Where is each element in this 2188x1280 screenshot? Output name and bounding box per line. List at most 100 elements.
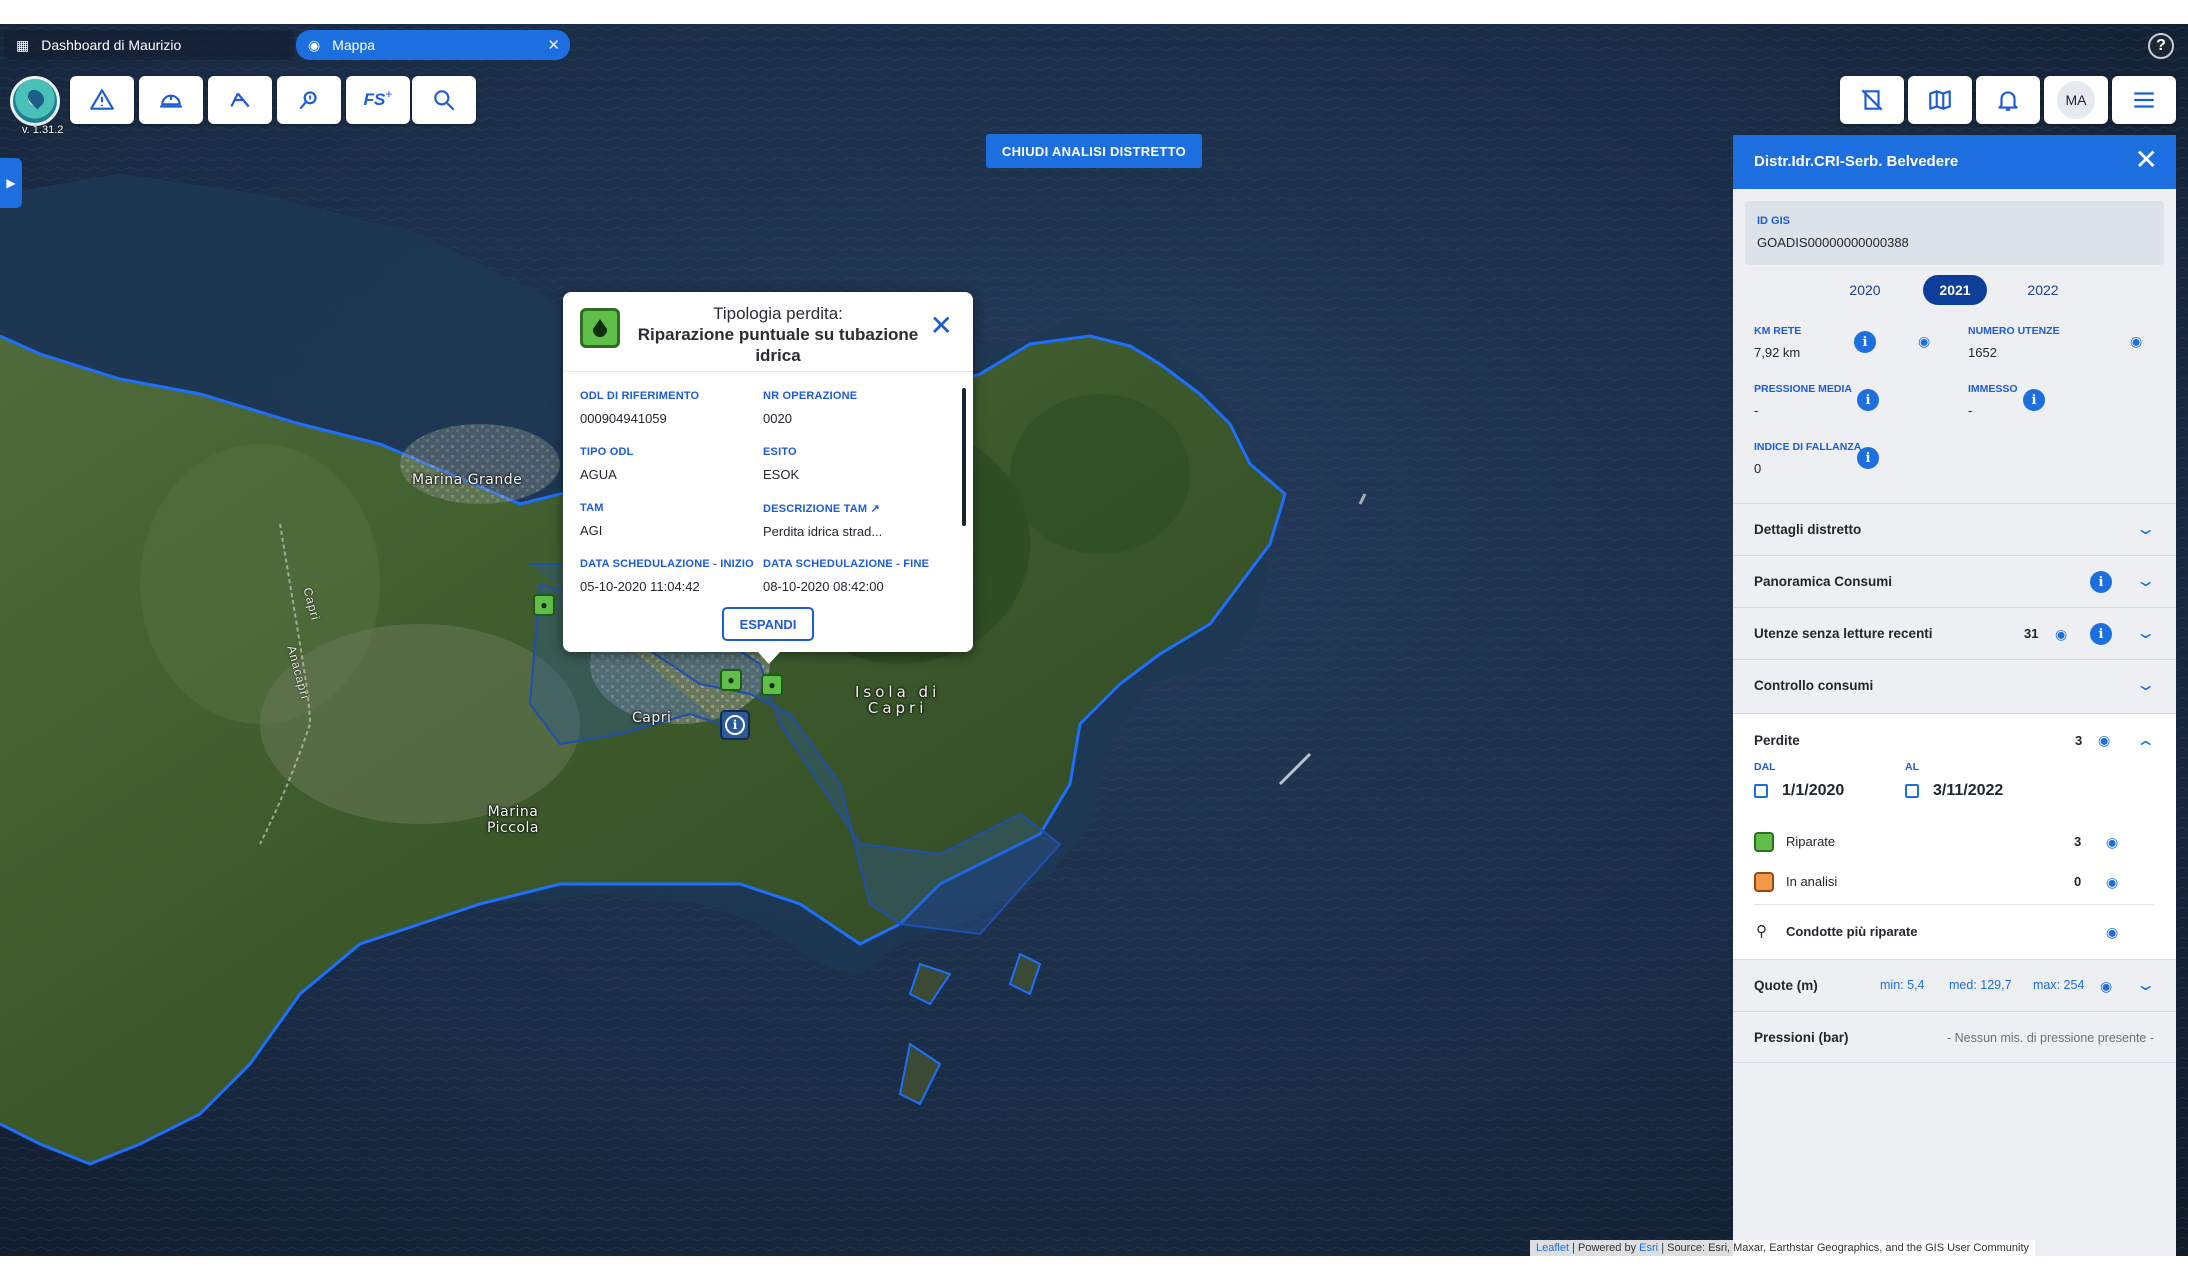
fs-button[interactable]: FS + xyxy=(346,76,410,124)
info-icon[interactable]: i xyxy=(2090,623,2112,645)
section-quote[interactable]: Quote (m) min: 5,4 med: 129,7 max: 254 ◉… xyxy=(1733,959,2176,1011)
close-icon[interactable]: ✕ xyxy=(2135,146,2158,174)
leak-marker[interactable]: ● xyxy=(533,594,555,616)
field-tam: TAM AGI xyxy=(580,502,604,538)
leak-marker[interactable]: ● xyxy=(761,674,783,696)
esri-link[interactable]: Esri xyxy=(1639,1242,1658,1254)
leaks-button[interactable] xyxy=(277,76,341,124)
stat-numero-utenze: NUMERO UTENZE 1652 xyxy=(1968,325,2060,360)
label-isola-di-capri: Isola di Capri xyxy=(855,683,941,717)
eye-icon[interactable]: ◉ xyxy=(2106,834,2118,851)
al-label: AL xyxy=(1905,761,1919,773)
search-icon xyxy=(434,90,455,111)
bell-icon xyxy=(1998,91,2018,111)
quote-med: med: 129,7 xyxy=(1949,978,2012,992)
tab-dashboard-label: Dashboard di Maurizio xyxy=(41,37,182,53)
eye-icon[interactable]: ◉ xyxy=(2106,874,2118,891)
chevron-down-icon: ⌄ xyxy=(2134,573,2157,590)
label-capri: Capri xyxy=(632,710,672,726)
close-icon[interactable]: ✕ xyxy=(930,312,953,340)
dal-date[interactable]: 1/1/2020 xyxy=(1782,782,1844,800)
pressioni-empty-message: - Nessun mis. di pressione presente - xyxy=(1946,1031,2154,1045)
dal-label: DAL xyxy=(1754,761,1776,773)
app-window: Marina Grande Capri Isola di Capri Marin… xyxy=(0,24,2188,1256)
field-descrizione-tam: DESCRIZIONE TAM ↗ Perdita idrica strad..… xyxy=(763,503,883,539)
district-panel: Distr.Idr.CRI-Serb. Belvedere ✕ ID GIS G… xyxy=(1733,135,2176,1256)
app-version: v. 1.31.2 xyxy=(22,124,64,136)
section-pressioni: Pressioni (bar) - Nessun mis. di pressio… xyxy=(1733,1011,2176,1063)
stat-indice-fallanza: INDICE DI FALLANZA 0 xyxy=(1754,441,1862,476)
tab-map[interactable]: ◉ Mappa ✕ xyxy=(296,30,570,60)
year-tab-2021[interactable]: 2021 xyxy=(1923,275,1987,305)
leak-marker[interactable]: ● xyxy=(720,669,742,691)
map-pin-icon: ⚲ xyxy=(1756,923,1767,940)
calendar-icon[interactable] xyxy=(1754,784,1768,798)
close-analysis-button[interactable]: CHIUDI ANALISI DISTRETTO xyxy=(986,134,1202,168)
help-button[interactable]: ? xyxy=(2148,33,2174,59)
panel-header: Distr.Idr.CRI-Serb. Belvedere ✕ xyxy=(1733,135,2176,189)
scrollbar[interactable] xyxy=(962,388,966,526)
condotte-piu-riparate[interactable]: ⚲ Condotte più riparate ◉ xyxy=(1754,920,2154,944)
warning-icon xyxy=(90,89,114,110)
year-tab-2022[interactable]: 2022 xyxy=(2011,275,2075,305)
search-button[interactable] xyxy=(412,76,476,124)
utenze-senza-count: 31 xyxy=(2024,626,2039,641)
stat-km-rete: KM RETE 7,92 km xyxy=(1754,325,1802,360)
map-icon xyxy=(1929,90,1951,110)
quote-max: max: 254 xyxy=(2033,978,2085,992)
external-link-icon[interactable]: ↗ xyxy=(871,503,880,515)
perdite-title: Perdite xyxy=(1754,733,1800,748)
field-tipo-odl: TIPO ODL AGUA xyxy=(580,446,634,482)
main-menu-button[interactable] xyxy=(2112,76,2176,124)
basemap-button[interactable] xyxy=(1908,76,1972,124)
map-pin-icon: ◉ xyxy=(308,36,321,53)
work-orders-button[interactable] xyxy=(139,76,203,124)
chevron-up-icon[interactable]: ⌄ xyxy=(2135,736,2156,756)
eye-icon[interactable]: ◉ xyxy=(2100,978,2112,995)
sidebar-toggle[interactable]: ▶ xyxy=(0,158,22,208)
label-marina-grande: Marina Grande xyxy=(412,472,523,488)
notifications-button[interactable] xyxy=(1976,76,2040,124)
layers-off-button[interactable] xyxy=(1840,76,1904,124)
close-tab-icon[interactable]: ✕ xyxy=(547,36,560,54)
chevron-down-icon: ⌄ xyxy=(2134,625,2157,642)
tab-map-label: Mappa xyxy=(332,37,376,53)
water-drop-icon xyxy=(1754,872,1774,892)
calendar-icon[interactable] xyxy=(1905,784,1919,798)
section-utenze-senza-letture[interactable]: Utenze senza letture recenti 31 ◉ i ⌄ xyxy=(1733,607,2176,659)
alerts-button[interactable] xyxy=(70,76,134,124)
popup-title: Riparazione puntuale su tubazione idrica xyxy=(637,325,919,365)
helmet-icon xyxy=(160,94,182,108)
info-icon[interactable]: i xyxy=(2090,571,2112,593)
section-dettagli-distretto[interactable]: Dettagli distretto ⌄ xyxy=(1733,503,2176,555)
fs-label: FS xyxy=(363,90,386,109)
field-odl: ODL DI RIFERIMENTO 000904941059 xyxy=(580,390,700,426)
app-logo xyxy=(10,76,60,126)
leaflet-link[interactable]: Leaflet xyxy=(1536,1242,1569,1254)
eye-icon[interactable]: ◉ xyxy=(1918,333,1930,350)
eye-icon[interactable]: ◉ xyxy=(2055,626,2067,643)
field-data-inizio: DATA SCHEDULAZIONE - INIZIO 05-10-2020 1… xyxy=(580,558,754,594)
info-icon[interactable]: i xyxy=(1857,389,1879,411)
perdite-count: 3 xyxy=(2075,733,2083,748)
eye-icon[interactable]: ◉ xyxy=(2098,732,2110,749)
section-controllo-consumi[interactable]: Controllo consumi ⌄ xyxy=(1733,659,2176,711)
year-tab-2020[interactable]: 2020 xyxy=(1833,275,1897,305)
info-icon[interactable]: i xyxy=(2023,389,2045,411)
chevron-down-icon: ⌄ xyxy=(2134,677,2157,694)
tab-dashboard[interactable]: ▦ Dashboard di Maurizio xyxy=(4,30,294,60)
field-esito: ESITO ESOK xyxy=(763,446,800,482)
eye-icon[interactable]: ◉ xyxy=(2106,924,2118,941)
network-button[interactable] xyxy=(208,76,272,124)
water-drop-icon xyxy=(580,308,620,348)
al-date[interactable]: 3/11/2022 xyxy=(1933,782,2003,800)
expand-button[interactable]: ESPANDI xyxy=(722,607,814,641)
label-marina-piccola: Marina Piccola xyxy=(487,804,539,836)
section-panoramica-consumi[interactable]: Panoramica Consumi i ⌄ xyxy=(1733,555,2176,607)
user-menu-button[interactable]: MA xyxy=(2044,76,2108,124)
district-info-marker[interactable]: i xyxy=(720,710,750,740)
info-icon[interactable]: i xyxy=(1854,331,1876,353)
eye-icon[interactable]: ◉ xyxy=(2130,333,2142,350)
popup-title-label: Tipologia perdita: xyxy=(713,304,843,323)
info-icon[interactable]: i xyxy=(1857,447,1879,469)
